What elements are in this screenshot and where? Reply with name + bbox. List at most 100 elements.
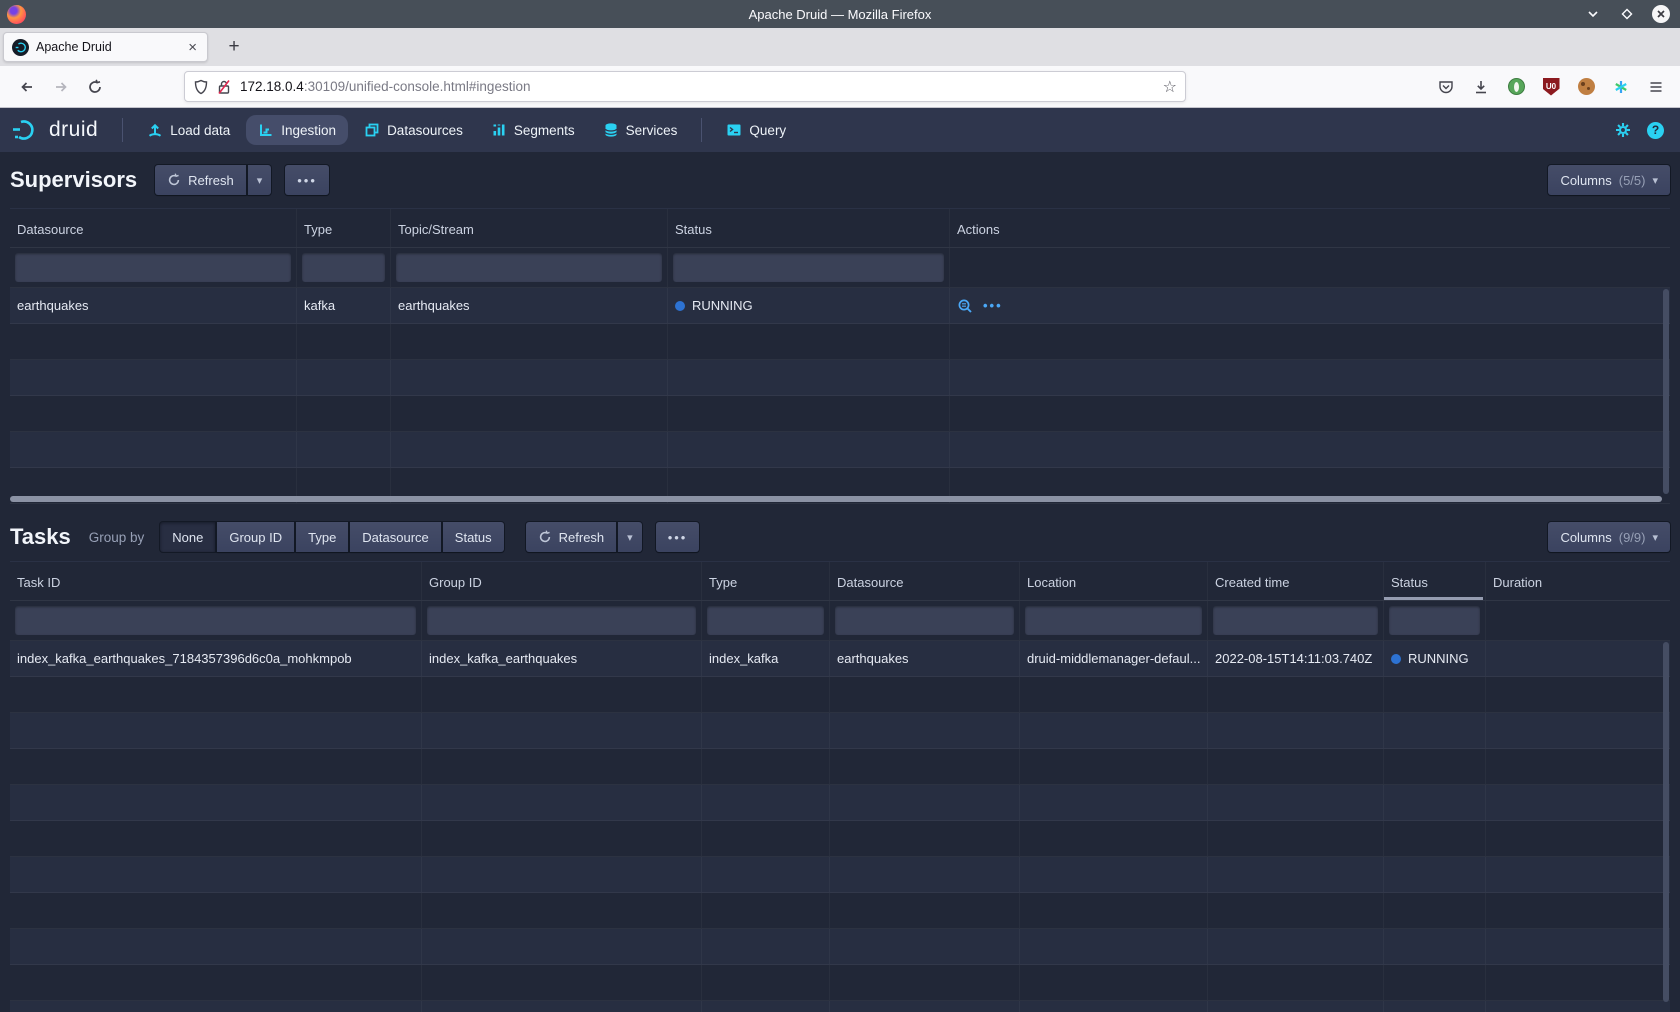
empty-row [10,324,1670,360]
task-duration [1486,641,1670,676]
tasks-more-button[interactable]: ••• [656,522,700,552]
privacy-badger-extension-icon[interactable] [1502,73,1530,101]
type-filter-input[interactable] [707,606,824,635]
url-bar[interactable]: 172.18.0.4:30109/unified-console.html#in… [184,71,1186,102]
refresh-icon [538,530,552,544]
druid-brand[interactable]: druid [12,118,98,142]
column-header-location[interactable]: Location [1020,562,1208,600]
new-tab-button[interactable]: + [220,36,248,58]
supervisors-columns-button[interactable]: Columns (5/5) ▾ [1548,165,1670,195]
segments-icon [491,122,507,138]
supervisors-vertical-scrollbar[interactable] [1663,289,1669,494]
status-filter-input[interactable] [1389,606,1480,635]
datasource-filter-input[interactable] [15,253,291,282]
group-by-type-button[interactable]: Type [296,522,348,552]
supervisor-status: RUNNING [668,288,950,323]
column-header-group-id[interactable]: Group ID [422,562,702,600]
settings-gear-icon[interactable] [1615,122,1631,138]
tasks-vertical-scrollbar[interactable] [1663,642,1669,1002]
task-id[interactable]: index_kafka_earthquakes_7184357396d6c0a_… [10,641,422,676]
tracking-shield-icon[interactable] [193,79,209,95]
empty-row [10,965,1670,1001]
supervisors-more-button[interactable]: ••• [285,165,329,195]
tasks-filter-row [10,601,1670,641]
supervisor-datasource[interactable]: earthquakes [10,288,297,323]
back-icon[interactable] [10,72,44,102]
nav-item-load-data[interactable]: Load data [135,115,242,145]
empty-row [10,893,1670,929]
query-icon [726,122,742,138]
ublock-extension-icon[interactable]: U0 [1537,73,1565,101]
created-time-filter-input[interactable] [1213,606,1378,635]
supervisors-refresh-button[interactable]: Refresh [155,165,246,195]
insecure-lock-icon[interactable] [216,79,232,95]
type-filter-input[interactable] [302,253,385,282]
tab-strip: Apache Druid × + [0,28,1680,66]
tab-close-icon[interactable]: × [186,39,199,56]
window-close-icon[interactable] [1652,5,1670,23]
nav-item-segments[interactable]: Segments [479,115,587,145]
cookie-extension-icon[interactable] [1572,73,1600,101]
tasks-refresh-caret-button[interactable]: ▾ [618,522,642,552]
supervisors-refresh-caret-button[interactable]: ▾ [248,165,272,195]
empty-row [10,929,1670,965]
url-host: 172.18.0.4 [240,79,304,94]
nav-item-ingestion[interactable]: Ingestion [246,115,348,145]
column-header-type[interactable]: Type [297,209,391,247]
nav-item-services[interactable]: Services [591,115,690,145]
menu-hamburger-icon[interactable] [1642,73,1670,101]
empty-row [10,821,1670,857]
druid-favicon-icon [12,39,29,56]
group-id-filter-input[interactable] [427,606,696,635]
multi-account-containers-extension-icon[interactable] [1607,73,1635,101]
column-header-status[interactable]: Status [668,209,950,247]
nav-item-datasources[interactable]: Datasources [352,115,475,145]
tasks-refresh-button[interactable]: Refresh [526,522,617,552]
supervisors-horizontal-scrollbar[interactable] [10,496,1662,502]
supervisor-row[interactable]: earthquakes kafka earthquakes RUNNING ••… [10,288,1670,324]
group-by-status-button[interactable]: Status [443,522,504,552]
column-header-datasource[interactable]: Datasource [10,209,297,247]
nav-item-query[interactable]: Query [714,115,798,145]
column-header-duration[interactable]: Duration [1486,562,1670,600]
column-header-status-sorted[interactable]: Status [1384,562,1486,600]
refresh-label: Refresh [188,173,234,188]
reload-icon[interactable] [78,72,112,102]
tasks-columns-button[interactable]: Columns (9/9) ▾ [1548,522,1670,552]
help-icon[interactable]: ? [1647,122,1664,139]
tab-title: Apache Druid [36,40,186,54]
detail-magnifier-icon[interactable] [957,298,973,314]
columns-count: (5/5) [1619,173,1646,188]
row-more-icon[interactable]: ••• [983,298,1003,313]
status-dot [675,301,685,311]
window-maximize-diamond-icon[interactable] [1618,5,1636,23]
task-id-filter-input[interactable] [15,606,416,635]
console-content: Supervisors Refresh ▾ ••• Columns (5/5) … [0,152,1680,1012]
datasource-filter-input[interactable] [835,606,1014,635]
group-by-group-id-button[interactable]: Group ID [217,522,294,552]
task-type: index_kafka [702,641,830,676]
column-header-datasource[interactable]: Datasource [830,562,1020,600]
group-by-datasource-button[interactable]: Datasource [350,522,440,552]
status-filter-input[interactable] [673,253,944,282]
nav-item-label: Services [626,123,678,138]
column-header-created-time[interactable]: Created time [1208,562,1384,600]
tab-apache-druid[interactable]: Apache Druid × [3,32,208,62]
window-minimize-chevron-icon[interactable] [1584,5,1602,23]
forward-icon[interactable] [44,72,78,102]
task-row[interactable]: index_kafka_earthquakes_7184357396d6c0a_… [10,641,1670,677]
pocket-icon[interactable] [1432,73,1460,101]
nav-item-label: Load data [170,123,230,138]
column-header-task-id[interactable]: Task ID [10,562,422,600]
url-text[interactable]: 172.18.0.4:30109/unified-console.html#in… [240,79,1155,94]
group-by-none-button[interactable]: None [160,522,215,552]
column-header-topic-stream[interactable]: Topic/Stream [391,209,668,247]
column-header-type[interactable]: Type [702,562,830,600]
download-icon[interactable] [1467,73,1495,101]
druid-logo-icon [12,119,42,141]
topic-stream-filter-input[interactable] [396,253,662,282]
bookmark-star-icon[interactable]: ☆ [1163,77,1177,97]
chevron-down-icon: ▾ [1652,531,1658,544]
column-header-actions[interactable]: Actions [950,209,1670,247]
location-filter-input[interactable] [1025,606,1202,635]
